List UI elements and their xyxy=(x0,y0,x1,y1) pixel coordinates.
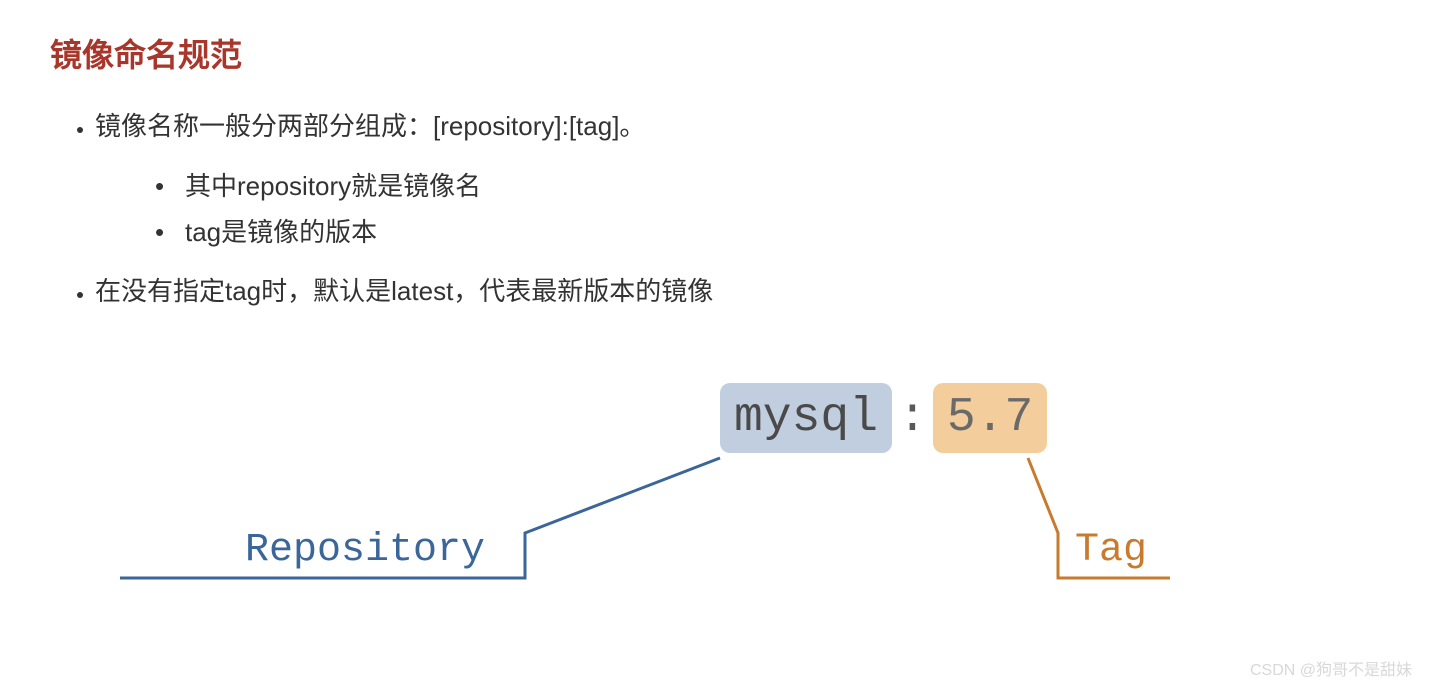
sub-bullet-list: 其中repository就是镜像名 tag是镜像的版本 xyxy=(95,163,1382,257)
watermark-text: CSDN @狗哥不是甜妹 xyxy=(1250,656,1412,680)
naming-diagram: mysql : 5.7 Repository Tag xyxy=(50,353,1350,653)
bullet-item-2: 在没有指定tag时，默认是latest，代表最新版本的镜像 xyxy=(95,271,1382,313)
main-bullet-list: 镜像名称一般分两部分组成：[repository]:[tag]。 其中repos… xyxy=(50,106,1382,313)
sub-bullet-1: 其中repository就是镜像名 xyxy=(185,163,1382,210)
repository-label: Repository xyxy=(245,528,485,573)
tag-value-box: 5.7 xyxy=(933,383,1047,453)
sub-bullet-2: tag是镜像的版本 xyxy=(185,209,1382,256)
separator-colon: : xyxy=(892,391,933,445)
section-title: 镜像命名规范 xyxy=(50,30,1382,76)
connector-lines xyxy=(50,353,1350,653)
repository-value-box: mysql xyxy=(720,383,892,453)
tag-label: Tag xyxy=(1075,528,1147,573)
bullet-item-1: 镜像名称一般分两部分组成：[repository]:[tag]。 其中repos… xyxy=(95,106,1382,256)
bullet-1-text: 镜像名称一般分两部分组成：[repository]:[tag]。 xyxy=(95,111,645,141)
example-container: mysql : 5.7 xyxy=(720,383,1047,453)
